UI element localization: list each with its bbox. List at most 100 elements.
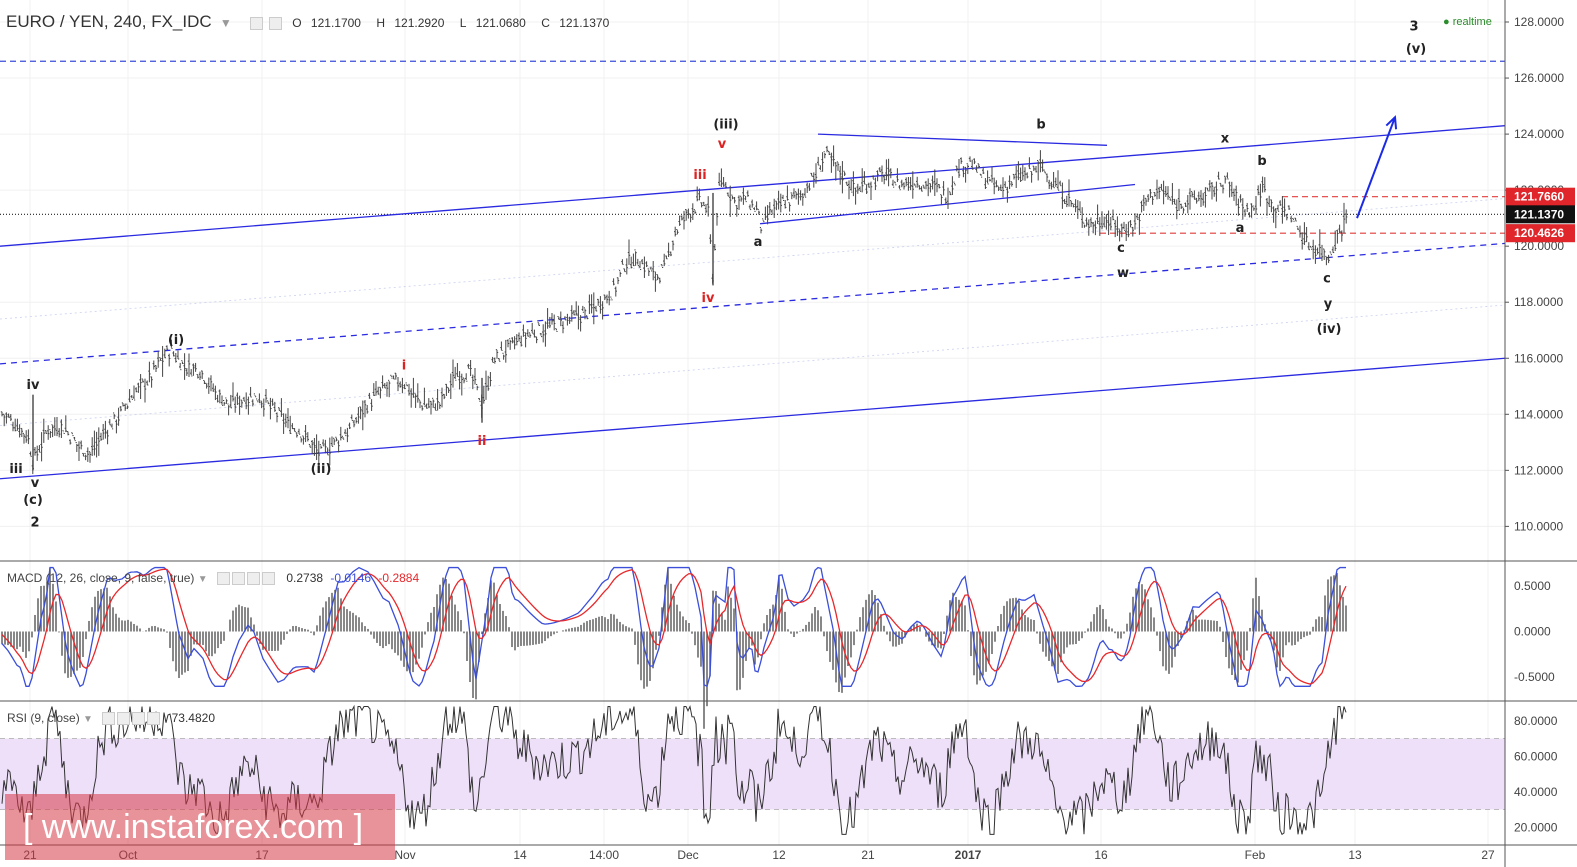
wave-label: a bbox=[754, 235, 763, 250]
axis-tick-label: 110.0000 bbox=[1514, 519, 1563, 533]
wave-label: 3 bbox=[1409, 19, 1418, 34]
wave-label: w bbox=[1117, 266, 1129, 281]
chevron-down-icon[interactable]: ▼ bbox=[220, 16, 232, 30]
wave-label: v bbox=[718, 137, 727, 152]
macd-plot bbox=[1, 566, 1347, 729]
ohlc-close: C 121.1370 bbox=[541, 16, 610, 30]
price-tags: 121.7660121.137007:45120.4626 bbox=[1506, 187, 1575, 243]
close-icon[interactable] bbox=[147, 712, 161, 726]
gear-icon[interactable] bbox=[232, 572, 245, 586]
time-tick-label: 13 bbox=[1348, 848, 1362, 862]
rsi-axis-label: 60.0000 bbox=[1514, 749, 1558, 763]
axis-tick-label: 118.0000 bbox=[1514, 295, 1563, 309]
axis-tick-label: 126.0000 bbox=[1514, 71, 1564, 85]
symbol-title[interactable]: EURO / YEN, 240, FX_IDC bbox=[6, 12, 212, 31]
wave-label: ii bbox=[478, 434, 487, 449]
wave-label: iii bbox=[693, 168, 706, 183]
time-tick-label: 12 bbox=[772, 848, 786, 862]
wave-label: (v) bbox=[1406, 42, 1426, 57]
guide-line bbox=[0, 198, 1506, 320]
guide-line bbox=[0, 304, 1506, 426]
rsi-axis-label: 40.0000 bbox=[1514, 785, 1558, 799]
macd-legend: MACD (12, 26, close, 9, false, true) ▼ 0… bbox=[7, 571, 420, 586]
wave-label: i bbox=[402, 358, 406, 373]
wave-label: x bbox=[1221, 131, 1230, 146]
wave-label: (iii) bbox=[713, 117, 738, 132]
ohlc-low: L 121.0680 bbox=[459, 16, 526, 30]
wave-label: iii bbox=[9, 462, 22, 477]
trendline bbox=[0, 125, 1506, 247]
target-arrow bbox=[1356, 116, 1396, 219]
wave-label: iv bbox=[702, 291, 715, 306]
plus-icon[interactable] bbox=[132, 712, 146, 726]
macd-signal-value: -0.2884 bbox=[378, 571, 420, 585]
trendlines bbox=[0, 115, 1506, 480]
dot-icon: ● bbox=[1443, 16, 1450, 28]
plus-icon[interactable] bbox=[247, 572, 260, 586]
wave-label: v bbox=[31, 476, 40, 491]
time-tick-label: Feb bbox=[1245, 848, 1266, 862]
axis-tick-label: 112.0000 bbox=[1514, 463, 1563, 477]
rsi-axis-label: 80.0000 bbox=[1514, 714, 1558, 728]
realtime-indicator: ● realtime bbox=[1443, 16, 1492, 28]
time-tick-label: 2017 bbox=[955, 848, 982, 862]
macd-axis-label: -0.5000 bbox=[1514, 670, 1555, 684]
macd-axis-label: 0.5000 bbox=[1514, 579, 1551, 593]
price-tag-lower: 120.4626 bbox=[1514, 226, 1564, 240]
ohlc-open: O 121.1700 bbox=[292, 16, 361, 30]
macd-axis-label: 0.0000 bbox=[1514, 625, 1551, 639]
wave-label: (ii) bbox=[311, 462, 332, 477]
macd-hist-value: 0.2738 bbox=[286, 571, 324, 585]
time-tick-label: Nov bbox=[394, 848, 415, 862]
wave-label: c bbox=[1323, 272, 1331, 287]
price-tag-upper: 121.7660 bbox=[1514, 190, 1564, 204]
wave-label: b bbox=[1036, 117, 1045, 132]
eye-icon[interactable] bbox=[102, 712, 116, 726]
rsi-value: 73.4820 bbox=[171, 711, 216, 725]
trendline bbox=[817, 133, 1108, 146]
time-tick-label: 14 bbox=[513, 848, 527, 862]
close-icon[interactable] bbox=[262, 572, 275, 586]
price-axis: 128.0000126.0000124.0000122.0000120.0000… bbox=[1505, 15, 1564, 834]
wave-label: (i) bbox=[168, 333, 184, 348]
gear-icon[interactable] bbox=[117, 712, 131, 726]
wave-label: b bbox=[1257, 154, 1266, 169]
chevron-down-icon: ▼ bbox=[83, 714, 93, 725]
time-tick-label: 14:00 bbox=[589, 848, 619, 862]
wave-label: a bbox=[1236, 221, 1245, 236]
axis-tick-label: 114.0000 bbox=[1514, 407, 1563, 421]
time-tick-label: 21 bbox=[861, 848, 875, 862]
wave-label: 2 bbox=[30, 515, 39, 530]
ohlc-values: O 121.1700 H 121.2920 L 121.0680 C 121.1… bbox=[292, 16, 621, 30]
realtime-label: realtime bbox=[1452, 16, 1492, 28]
wave-label: y bbox=[1324, 297, 1333, 312]
wave-label: iv bbox=[27, 378, 40, 393]
ohlc-high: H 121.2920 bbox=[376, 16, 445, 30]
chart-canvas[interactable]: iviiiv(c)2(i)(ii)iiiiiiivv(iii)abcwxbacy… bbox=[0, 0, 1577, 867]
rsi-axis-label: 20.0000 bbox=[1514, 820, 1558, 834]
wave-label: (iv) bbox=[1317, 322, 1342, 337]
watermark: [ www.instaforex.com ] bbox=[5, 794, 395, 860]
axis-tick-label: 128.0000 bbox=[1514, 15, 1564, 29]
chevron-down-icon: ▼ bbox=[197, 574, 208, 585]
pane-frame bbox=[0, 0, 1577, 867]
rsi-title[interactable]: RSI (9, close) bbox=[7, 711, 80, 725]
time-tick-label: 27 bbox=[1481, 848, 1495, 862]
time-tick-label: 16 bbox=[1094, 848, 1108, 862]
eye-icon[interactable] bbox=[217, 572, 230, 586]
wave-label: (c) bbox=[23, 493, 43, 508]
wave-label: c bbox=[1117, 241, 1125, 256]
trendline bbox=[0, 357, 1506, 480]
macd-title[interactable]: MACD (12, 26, close, 9, false, true) bbox=[7, 571, 194, 585]
gear-icon[interactable] bbox=[269, 16, 283, 30]
eye-icon[interactable] bbox=[249, 16, 263, 30]
axis-tick-label: 124.0000 bbox=[1514, 127, 1564, 141]
trendline bbox=[0, 242, 1506, 365]
chart-legend: EURO / YEN, 240, FX_IDC ▼ O 121.1700 H 1… bbox=[6, 12, 621, 32]
wave-labels: iviiiv(c)2(i)(ii)iiiiiiivv(iii)abcwxbacy… bbox=[9, 19, 1426, 530]
time-tick-label: Dec bbox=[677, 848, 698, 862]
grid bbox=[0, 0, 1505, 845]
rsi-legend: RSI (9, close) ▼ 73.4820 bbox=[7, 711, 216, 726]
macd-value: -0.0146 bbox=[330, 571, 372, 585]
price-tag-current: 121.1370 bbox=[1514, 207, 1564, 221]
